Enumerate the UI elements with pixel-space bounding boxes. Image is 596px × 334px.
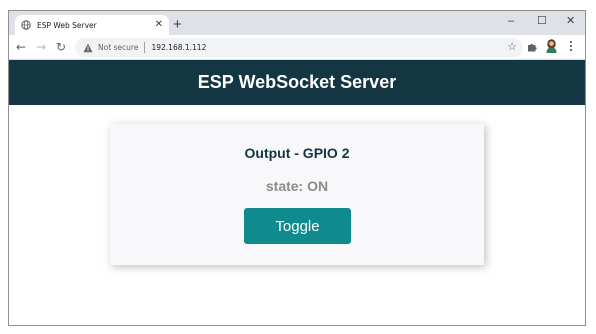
state-label: state: bbox=[265, 178, 308, 194]
browser-toolbar: ← → ↻ Not secure 192.168.1.112 ☆ bbox=[9, 35, 585, 60]
back-button[interactable]: ← bbox=[16, 39, 26, 55]
tab-close-icon[interactable]: ✕ bbox=[155, 20, 163, 30]
tab-strip: ESP Web Server ✕ + – ☐ ✕ bbox=[9, 11, 585, 35]
state-text: state: ON bbox=[110, 178, 484, 194]
browser-window: ESP Web Server ✕ + – ☐ ✕ ← → ↻ Not secur… bbox=[8, 10, 586, 326]
page-content: ESP WebSocket Server Output - GPIO 2 sta… bbox=[9, 60, 585, 325]
close-window-button[interactable]: ✕ bbox=[566, 14, 575, 28]
maximize-button[interactable]: ☐ bbox=[537, 14, 547, 28]
url-text[interactable]: 192.168.1.112 bbox=[151, 43, 206, 52]
minimize-button[interactable]: – bbox=[508, 14, 514, 28]
reload-button[interactable]: ↻ bbox=[56, 39, 66, 55]
globe-icon bbox=[21, 20, 31, 30]
security-label[interactable]: Not secure bbox=[98, 43, 138, 52]
new-tab-button[interactable]: + bbox=[173, 17, 182, 33]
card-title: Output - GPIO 2 bbox=[244, 145, 350, 161]
toggle-button[interactable]: Toggle bbox=[244, 208, 351, 244]
warning-icon[interactable] bbox=[83, 43, 93, 53]
address-bar[interactable]: Not secure 192.168.1.112 ☆ bbox=[75, 38, 523, 57]
tab-title: ESP Web Server bbox=[37, 20, 97, 30]
avatar[interactable] bbox=[545, 39, 558, 53]
forward-button[interactable]: → bbox=[36, 39, 46, 55]
address-divider bbox=[144, 42, 146, 53]
output-card: Output - GPIO 2 state: ON Toggle bbox=[110, 124, 484, 265]
state-value: ON bbox=[307, 178, 329, 194]
page-header: ESP WebSocket Server bbox=[9, 60, 585, 105]
extensions-icon[interactable] bbox=[527, 41, 538, 52]
menu-kebab-icon[interactable] bbox=[569, 40, 573, 52]
tab-esp-web-server[interactable]: ESP Web Server ✕ bbox=[15, 15, 169, 35]
page-title: ESP WebSocket Server bbox=[197, 72, 397, 92]
bookmark-star-icon[interactable]: ☆ bbox=[507, 40, 517, 53]
